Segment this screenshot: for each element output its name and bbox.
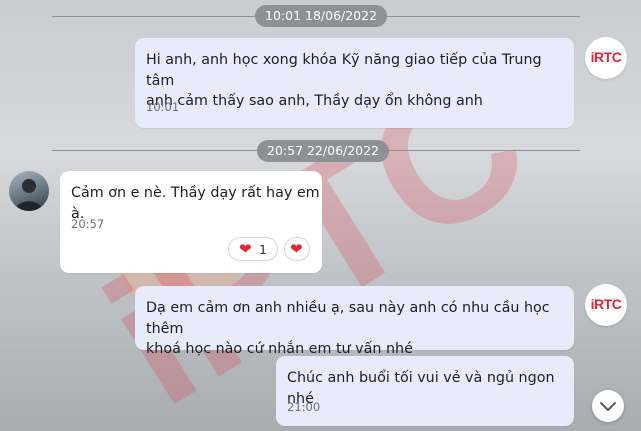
- chevron-down-icon: [600, 402, 616, 411]
- avatar[interactable]: iRTC: [585, 37, 627, 79]
- reaction-badge[interactable]: ❤ 1: [228, 237, 278, 261]
- message-text-line: Cảm ơn e nè. Thầy dạy rất hay em à.: [71, 185, 320, 222]
- message-bubble-outgoing[interactable]: Hi anh, anh học xong khóa Kỹ năng giao t…: [135, 38, 574, 128]
- add-reaction-button[interactable]: ❤: [284, 237, 310, 261]
- avatar[interactable]: iRTC: [585, 284, 627, 326]
- chat-view: iRTC 10:01 18/06/2022 Hi anh, anh học xo…: [0, 0, 641, 431]
- avatar[interactable]: [9, 171, 49, 211]
- message-time: 21:00: [287, 400, 321, 414]
- time-divider-1: 10:01 18/06/2022: [255, 5, 388, 27]
- avatar-logo-text: iRTC: [590, 296, 622, 312]
- message-text-line: anh cảm thấy sao anh, Thầy dạy ổn không …: [146, 93, 483, 109]
- message-text-line: Chúc anh buổi tối vui vẻ và ngủ ngon nhé: [287, 370, 555, 407]
- heart-icon: ❤: [239, 240, 252, 258]
- message-bubble-outgoing[interactable]: Chúc anh buổi tối vui vẻ và ngủ ngon nhé…: [276, 356, 574, 426]
- user-photo: [15, 179, 43, 211]
- message-text-line: Dạ em cảm ơn anh nhiều ạ, sau này anh có…: [146, 300, 550, 337]
- message-bubble-outgoing[interactable]: Dạ em cảm ơn anh nhiều ạ, sau này anh có…: [135, 286, 574, 357]
- message-bubble-incoming[interactable]: Cảm ơn e nè. Thầy dạy rất hay em à. 20:5…: [60, 171, 322, 273]
- reaction-count: 1: [259, 242, 267, 257]
- time-divider-2: 20:57 22/06/2022: [257, 140, 390, 162]
- avatar-logo-text: iRTC: [590, 49, 622, 65]
- heart-icon: ❤: [290, 240, 303, 258]
- message-time: 10:01: [146, 100, 180, 114]
- scroll-to-bottom-button[interactable]: [592, 390, 624, 422]
- message-time: 20:57: [71, 217, 105, 231]
- message-text-line: Hi anh, anh học xong khóa Kỹ năng giao t…: [146, 52, 542, 89]
